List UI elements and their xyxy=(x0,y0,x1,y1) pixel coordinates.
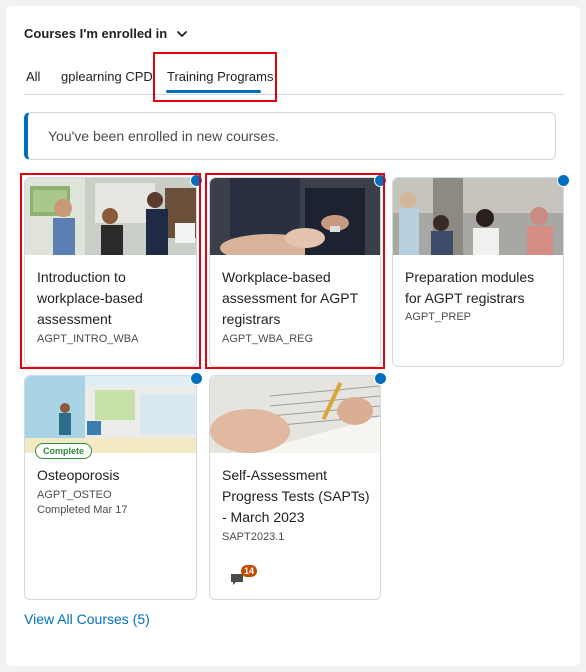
tab-gplearning-cpd[interactable]: gplearning CPD xyxy=(61,69,153,84)
course-code: AGPT_OSTEO xyxy=(37,489,112,501)
course-title: Osteoporosis xyxy=(37,467,120,483)
course-title: Preparation modules for AGPT registrars xyxy=(405,269,535,306)
course-image xyxy=(393,178,563,255)
course-card-sapt[interactable]: Self-Assessment Progress Tests (SAPTs) -… xyxy=(209,372,387,600)
tab-training-programs[interactable]: Training Programs xyxy=(167,69,273,84)
course-tabs: All gplearning CPD Training Programs xyxy=(24,62,564,95)
new-course-dot-icon xyxy=(374,174,387,187)
new-course-dot-icon xyxy=(190,372,203,385)
course-code: AGPT_INTRO_WBA xyxy=(37,333,139,345)
course-code: AGPT_WBA_REG xyxy=(222,333,314,345)
new-course-dot-icon xyxy=(557,174,570,187)
course-image xyxy=(210,376,380,453)
widget-title: Courses I'm enrolled in xyxy=(24,26,168,41)
completed-date: Completed Mar 17 xyxy=(37,504,128,516)
new-course-dot-icon xyxy=(374,372,387,385)
course-image xyxy=(25,376,196,453)
tab-all[interactable]: All xyxy=(26,69,40,84)
notification-count: 14 xyxy=(241,565,258,577)
course-image xyxy=(25,178,196,255)
course-card-prep-modules[interactable]: Preparation modules for AGPT registrars … xyxy=(392,174,570,367)
course-title: Workplace-based assessment for AGPT regi… xyxy=(222,269,358,327)
view-all-courses-link[interactable]: View All Courses (5) xyxy=(24,611,150,627)
active-tab-indicator xyxy=(166,90,261,93)
course-image xyxy=(210,178,380,255)
new-course-dot-icon xyxy=(190,174,203,187)
complete-badge: Complete xyxy=(35,443,93,459)
course-title: Self-Assessment Progress Tests (SAPTs) -… xyxy=(222,467,370,525)
alert-text: You've been enrolled in new courses. xyxy=(48,128,279,144)
course-card-wba-registrars[interactable]: Workplace-based assessment for AGPT regi… xyxy=(209,174,387,367)
courses-widget: Courses I'm enrolled in All gplearning C… xyxy=(6,6,580,666)
widget-header[interactable]: Courses I'm enrolled in xyxy=(24,26,189,41)
course-card-intro-wba[interactable]: Introduction to workplace-based assessme… xyxy=(24,174,203,367)
course-code: SAPT2023.1 xyxy=(222,531,285,543)
chevron-down-icon[interactable] xyxy=(175,27,189,41)
course-card-osteoporosis[interactable]: Complete Osteoporosis AGPT_OSTEO Complet… xyxy=(24,372,203,600)
course-code: AGPT_PREP xyxy=(405,311,472,323)
notifications[interactable]: 14 xyxy=(230,565,258,589)
enrollment-alert: You've been enrolled in new courses. xyxy=(24,112,556,160)
course-title: Introduction to workplace-based assessme… xyxy=(37,269,143,327)
